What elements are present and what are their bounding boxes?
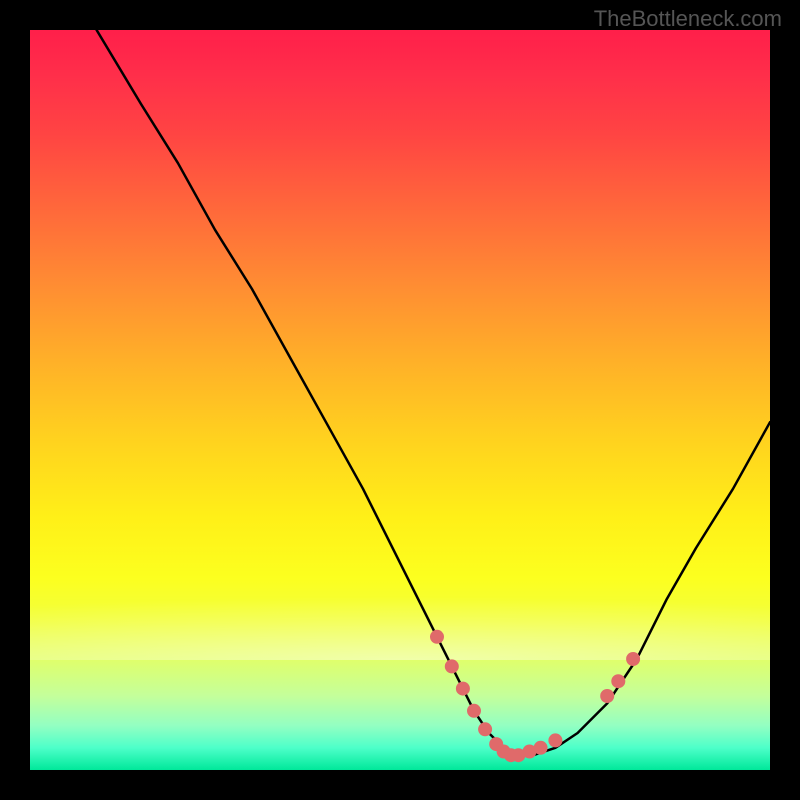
marker-point (600, 689, 614, 703)
marker-point (445, 659, 459, 673)
chart-container: TheBottleneck.com (0, 0, 800, 800)
marker-point (611, 674, 625, 688)
watermark-text: TheBottleneck.com (594, 6, 782, 32)
plot-area (30, 30, 770, 770)
marker-point (478, 722, 492, 736)
chart-svg (30, 30, 770, 770)
bottleneck-curve (97, 30, 770, 755)
marker-point (626, 652, 640, 666)
marker-point (548, 733, 562, 747)
marker-point (456, 682, 470, 696)
marker-point (467, 704, 481, 718)
marker-point (430, 630, 444, 644)
marker-point (534, 741, 548, 755)
